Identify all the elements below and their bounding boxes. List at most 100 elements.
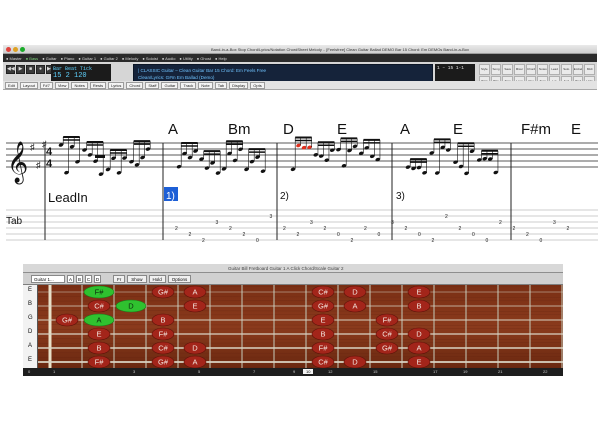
tool-song-icon[interactable]: Song [490,64,502,75]
tab-fret-number[interactable]: 2 [364,226,367,232]
note-marker[interactable]: A [407,341,431,355]
tab-fret-number[interactable]: 3 [270,214,273,220]
tab-fret-number[interactable]: 2 [405,226,408,232]
tab-fret-number[interactable]: 2 [513,226,516,232]
tab-fret-number[interactable]: 0 [337,232,340,238]
note-marker[interactable]: G# [375,341,399,355]
note-marker[interactable]: F# [375,313,399,327]
note-marker[interactable]: C# [311,285,335,299]
tool-mixer-icon[interactable]: Mixer [514,64,525,75]
beamed-note-group[interactable] [105,149,127,175]
note-marker[interactable]: A [183,285,207,299]
tab-fret-number[interactable]: 2 [175,226,178,232]
toolbar-item-notes[interactable]: Notes [71,81,88,89]
note-marker[interactable]: G# [311,299,335,313]
note-marker[interactable]: F# [83,285,115,299]
note-marker[interactable]: D [183,341,207,355]
chord-symbol[interactable]: A [168,121,178,138]
note-marker[interactable]: F# [151,327,175,341]
chord-symbol[interactable]: Bm [228,121,251,138]
tab-fret-number[interactable]: 2 [297,232,300,238]
tab-fret-number[interactable]: 0 [472,232,475,238]
tab-fret-number[interactable]: 2 [283,226,286,232]
chord-symbol[interactable]: D [283,121,294,138]
beamed-note-group[interactable] [176,142,198,169]
note-marker[interactable]: C# [375,327,399,341]
beamed-note-group[interactable] [129,140,151,167]
tool-style-icon[interactable]: Style [479,64,490,75]
note-marker[interactable]: C# [87,299,111,313]
transport-button-0[interactable]: ◀◀ [6,65,15,74]
chord-symbol[interactable]: F#m [521,121,551,138]
notation-area[interactable]: 𝄞 ♯♯♯44A Bm D E A E F#m ELeadInTab1) 2) 3)22232203… [0,92,600,262]
tool-midi-icon[interactable]: Midi [584,64,595,75]
note-marker[interactable]: B [311,327,335,341]
fretboard-view-button[interactable]: B [76,274,83,283]
note-marker[interactable]: G# [151,285,175,299]
beamed-note-group[interactable] [476,149,499,175]
note-marker[interactable]: F# [87,355,111,369]
beamed-note-group[interactable] [429,138,451,175]
fretboard[interactable]: F# G# A C# D EC# D E G# A BG# A B E F#E F# B C# DB C# D F# G# A… [38,285,563,369]
menu-item-melody[interactable]: ● Melody [122,56,138,61]
tool-lead-icon[interactable]: Lead [549,64,560,75]
tool-embel-icon[interactable]: Embel [572,64,584,75]
zoom-icon[interactable] [20,46,25,52]
note-marker[interactable]: C# [311,355,335,369]
toolbar-item-note[interactable]: Note [198,81,213,89]
note-marker[interactable]: E [311,313,335,327]
toolbar-item-staff[interactable]: Staff [145,81,160,89]
note-marker[interactable]: A [83,313,115,327]
beamed-note-group[interactable] [313,141,335,163]
fretboard-view-button[interactable]: A [67,274,74,283]
beamed-note-group[interactable] [453,142,475,176]
window-controls[interactable] [6,46,25,52]
minimize-icon[interactable] [13,46,18,52]
menu-item-utility[interactable]: ● Utility [179,56,192,61]
menu-item-ghost[interactable]: ● Ghost [197,56,211,61]
menu-item-guitar[interactable]: ● Guitar [42,56,56,61]
transport-button-1[interactable]: ▶ [16,65,25,74]
note-marker[interactable]: B [87,341,111,355]
note-marker[interactable]: E [87,327,111,341]
tool-notes-icon[interactable]: Notes [537,64,549,75]
note-marker[interactable]: F# [311,341,335,355]
tab-fret-number[interactable]: 2 [189,232,192,238]
note-marker[interactable]: D [407,327,431,341]
fretboard-view-button[interactable]: D [94,274,101,283]
tab-fret-number[interactable]: 2 [499,220,502,226]
tab-fret-number[interactable]: 2 [459,226,462,232]
tab-fret-number[interactable]: 2 [351,238,354,244]
toolbar-item-display[interactable]: Display [229,81,249,89]
tab-fret-number[interactable]: 3 [553,220,556,226]
beamed-note-group[interactable] [290,136,313,172]
note-marker[interactable]: E [407,285,431,299]
toolbar-item-guitar[interactable]: Guitar [161,81,179,89]
fretboard-hold-button[interactable]: Hold [148,274,166,283]
toolbar-item-view[interactable]: View [54,81,70,89]
tab-fret-number[interactable]: 2 [229,226,232,232]
note-marker[interactable]: B [407,299,431,313]
fretboard-options-button[interactable]: Options [167,274,192,283]
note-marker[interactable]: A [343,299,367,313]
note-marker[interactable]: B [151,313,175,327]
note-marker[interactable]: G# [151,355,175,369]
note-marker[interactable]: E [407,355,431,369]
tab-fret-number[interactable]: 2 [243,232,246,238]
note-marker[interactable]: D [343,285,367,299]
tab-fret-number[interactable]: 3 [216,220,219,226]
tool-chord-icon[interactable]: Chord [525,64,537,75]
toolbar-item-rests[interactable]: Rests [89,81,107,89]
note-marker[interactable]: D [343,355,367,369]
transport-button-2[interactable]: ■ [26,65,35,74]
toolbar-item-track[interactable]: Track [180,81,197,89]
menu-item-piano[interactable]: ● Piano [61,56,75,61]
beamed-note-group[interactable] [244,148,266,173]
note-marker[interactable]: G# [55,313,79,327]
tab-fret-number[interactable]: 0 [256,238,259,244]
note-marker[interactable]: C# [151,341,175,355]
beamed-note-group[interactable] [82,140,104,177]
chord-symbol[interactable]: E [571,121,581,138]
toolbar-item-edit[interactable]: Edit [5,81,18,89]
tool-solo-icon[interactable]: Solo [560,64,572,75]
